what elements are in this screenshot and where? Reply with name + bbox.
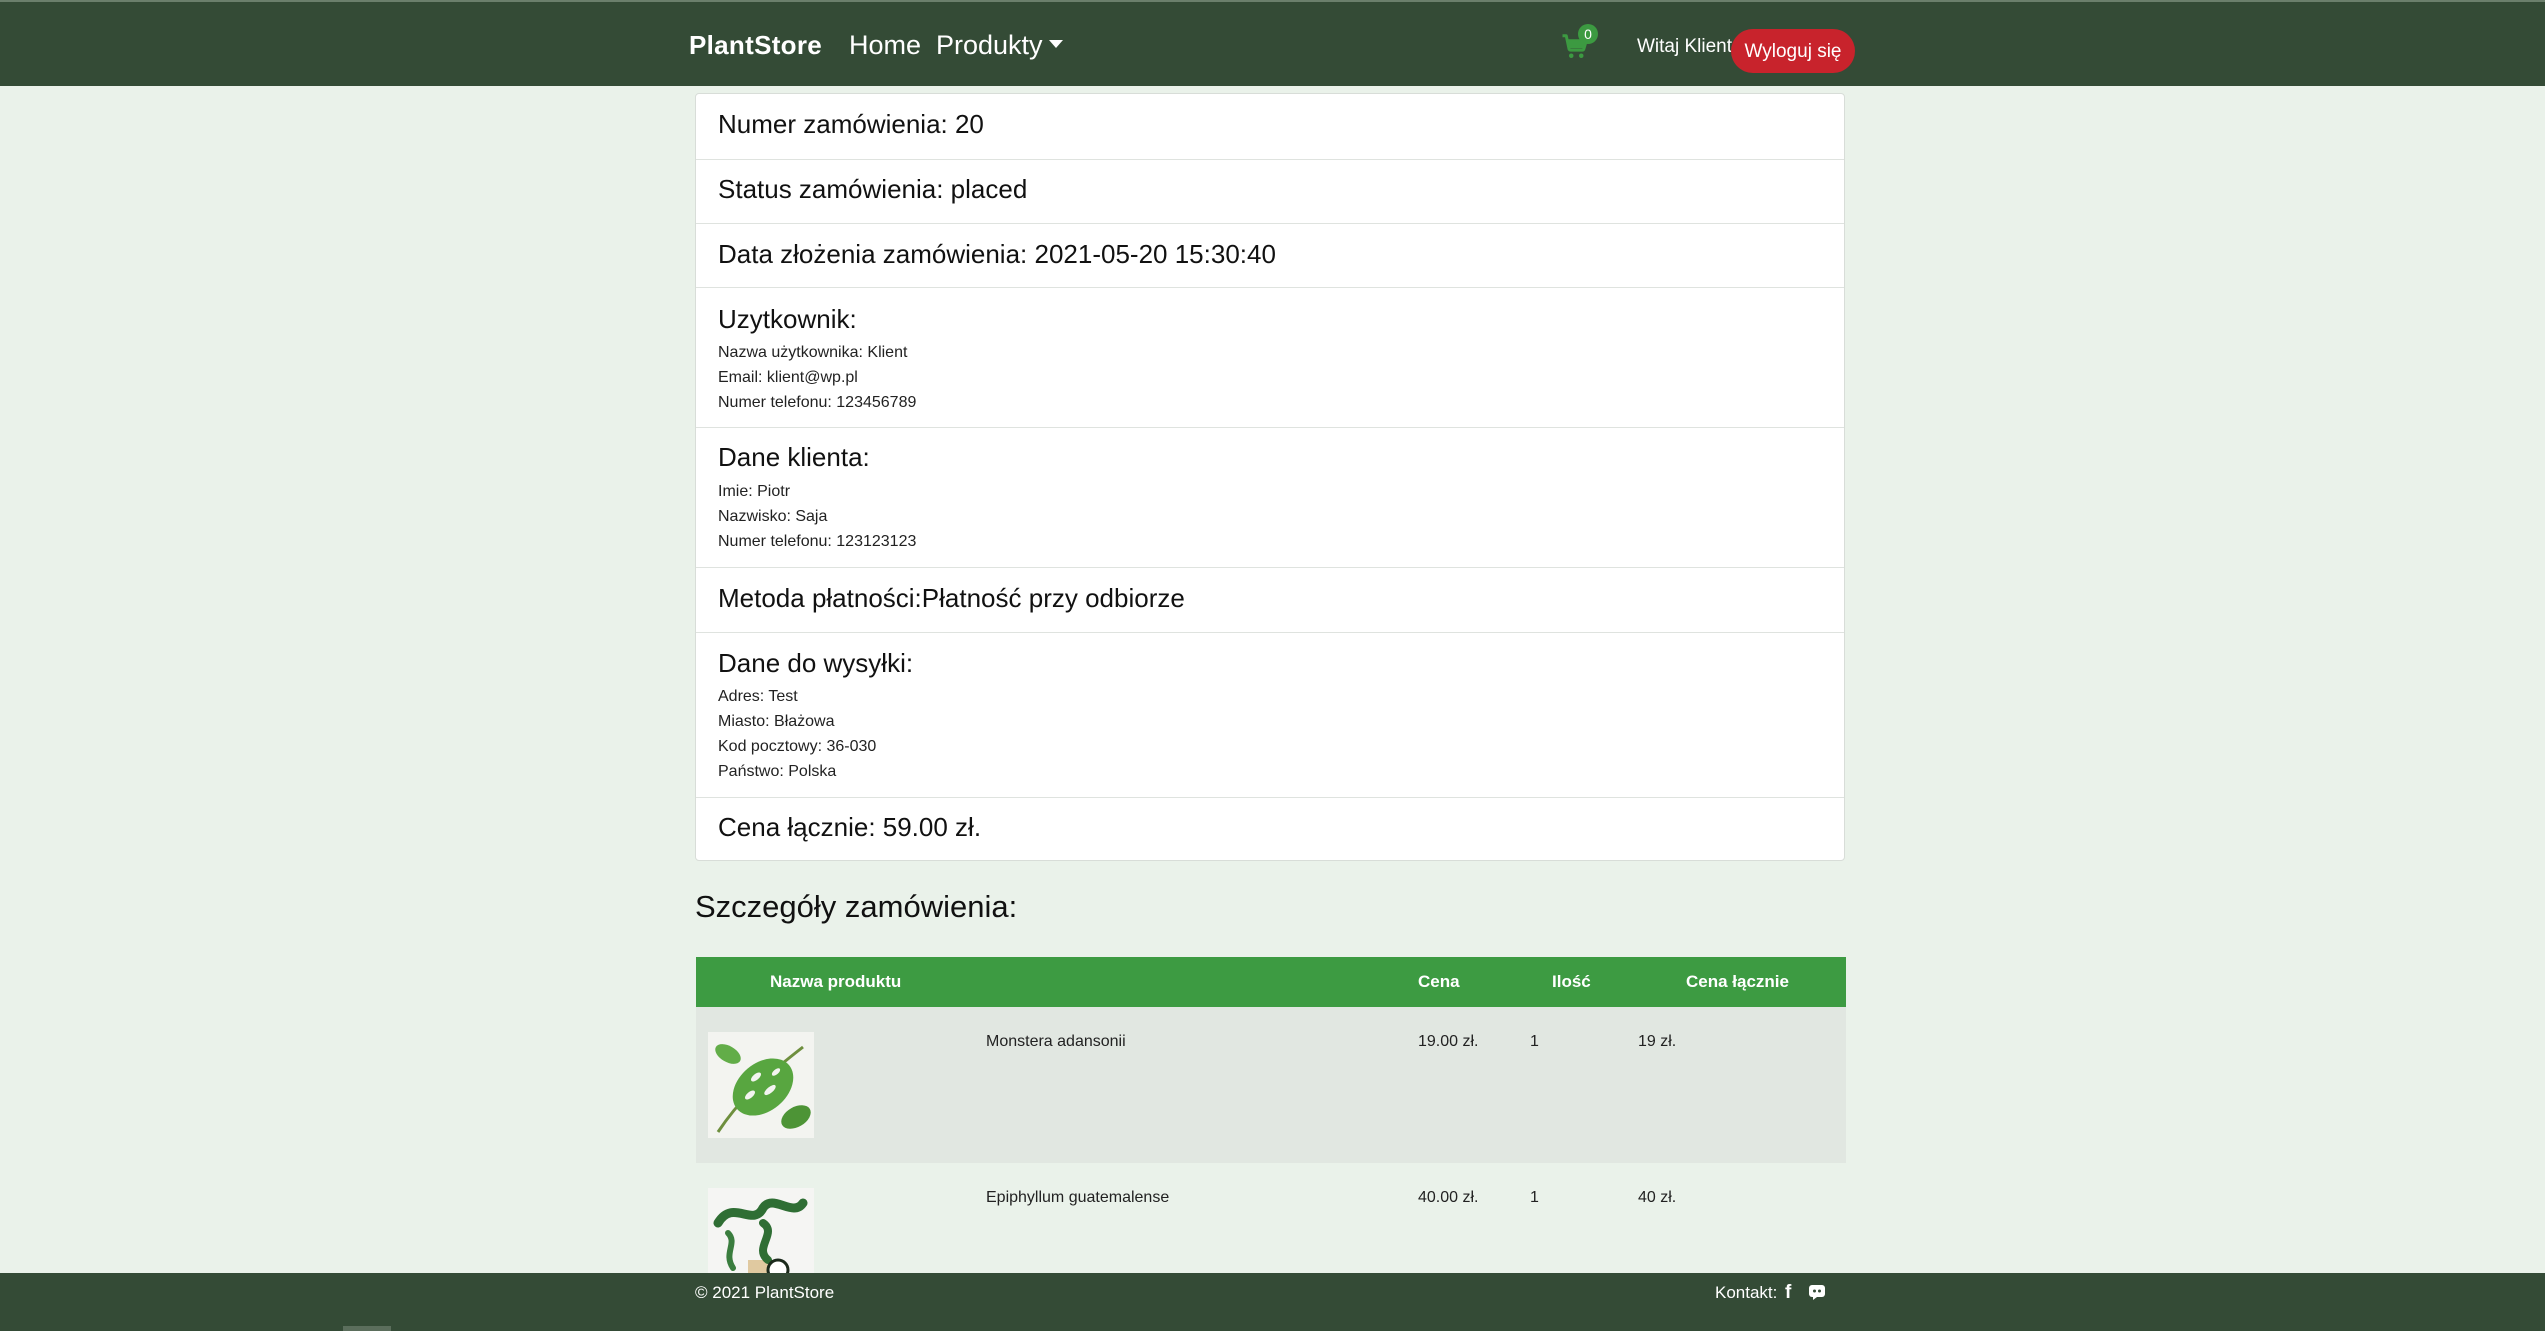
payment-row: Metoda płatności:Płatność przy odbiorze xyxy=(696,568,1844,633)
product-image-monstera[interactable] xyxy=(708,1032,814,1138)
welcome-text: Witaj Klient xyxy=(1637,36,1733,57)
product-image-epiphyllum[interactable] xyxy=(708,1188,814,1273)
product-name: Monstera adansonii xyxy=(986,1033,1126,1050)
copyright-text: © 2021 PlantStore xyxy=(695,1283,835,1302)
shipping-city: Miasto: Błażowa xyxy=(718,713,835,730)
order-details-title: Szczegóły zamówienia: xyxy=(695,889,1018,924)
col-line-total: Cena łącznie xyxy=(1686,972,1789,991)
caret-down-icon xyxy=(1048,39,1063,48)
user-info-row: Uzytkownik: Nazwa użytkownika: Klient Em… xyxy=(696,288,1844,428)
product-quantity: 1 xyxy=(1530,1033,1539,1050)
payment-method: Metoda płatności:Płatność przy odbiorze xyxy=(718,583,1185,613)
client-details: Imie: Piotr Nazwisko: Saja Numer telefon… xyxy=(718,479,916,554)
facebook-icon[interactable]: f xyxy=(1785,1282,1791,1304)
col-price: Cena xyxy=(1418,972,1460,991)
product-name: Epiphyllum guatemalense xyxy=(986,1189,1170,1206)
client-first-name: Imie: Piotr xyxy=(718,483,791,500)
contact-label: Kontakt: xyxy=(1715,1283,1778,1302)
table-row: Monstera adansonii 19.00 zł. 1 19 zł. xyxy=(696,1007,1846,1163)
user-name: Nazwa użytkownika: Klient xyxy=(718,344,908,361)
client-last-name: Nazwisko: Saja xyxy=(718,508,828,525)
client-heading: Dane klienta: xyxy=(718,442,870,472)
user-phone: Numer telefonu: 123456789 xyxy=(718,394,917,411)
footer: © 2021 PlantStore Kontakt: f xyxy=(0,1273,2545,1331)
total-row: Cena łącznie: 59.00 zł. xyxy=(696,798,1844,862)
shipping-heading: Dane do wysyłki: xyxy=(718,648,914,678)
order-status: Status zamówienia: placed xyxy=(718,174,1028,204)
brand-logo[interactable]: PlantStore xyxy=(689,30,822,61)
table-header: Nazwa produktu Cena Ilość Cena łącznie xyxy=(696,957,1846,1007)
client-phone: Numer telefonu: 123123123 xyxy=(718,533,917,550)
shipping-postcode: Kod pocztowy: 36-030 xyxy=(718,738,877,755)
client-info-row: Dane klienta: Imie: Piotr Nazwisko: Saja… xyxy=(696,428,1844,568)
shipping-info-row: Dane do wysyłki: Adres: Test Miasto: Bła… xyxy=(696,633,1844,798)
nav-products-label: Produkty xyxy=(936,30,1043,60)
product-price: 40.00 zł. xyxy=(1418,1189,1479,1206)
user-heading: Uzytkownik: xyxy=(718,304,857,334)
product-quantity: 1 xyxy=(1530,1189,1539,1206)
product-line-total: 40 zł. xyxy=(1638,1189,1677,1206)
order-number: Numer zamówienia: 20 xyxy=(718,109,984,139)
col-quantity: Ilość xyxy=(1552,972,1591,991)
order-summary-card: Numer zamówienia: 20 Status zamówienia: … xyxy=(695,93,1845,861)
order-date: Data złożenia zamówienia: 2021-05-20 15:… xyxy=(718,239,1276,269)
order-status-row: Status zamówienia: placed xyxy=(696,160,1844,224)
shipping-country: Państwo: Polska xyxy=(718,763,837,780)
logout-button[interactable]: Wyloguj się xyxy=(1731,29,1855,73)
shipping-details: Adres: Test Miasto: Błażowa Kod pocztowy… xyxy=(718,684,876,784)
user-email: Email: klient@wp.pl xyxy=(718,369,858,386)
navbar: PlantStore Home Produkty 0 Witaj Klient … xyxy=(0,0,2545,86)
table-row: Epiphyllum guatemalense 40.00 zł. 1 40 z… xyxy=(696,1163,1846,1273)
col-product-name: Nazwa produktu xyxy=(770,972,902,991)
product-line-total: 19 zł. xyxy=(1638,1033,1677,1050)
order-total: Cena łącznie: 59.00 zł. xyxy=(718,812,982,842)
shipping-address: Adres: Test xyxy=(718,688,798,705)
nav-products-dropdown[interactable]: Produkty xyxy=(936,30,1063,61)
order-date-row: Data złożenia zamówienia: 2021-05-20 15:… xyxy=(696,224,1844,288)
order-number-row: Numer zamówienia: 20 xyxy=(696,94,1844,160)
user-details: Nazwa użytkownika: Klient Email: klient@… xyxy=(718,340,916,415)
product-price: 19.00 zł. xyxy=(1418,1033,1479,1050)
nav-home-link[interactable]: Home xyxy=(849,30,921,61)
discord-icon[interactable] xyxy=(1808,1284,1826,1300)
horizontal-scrollbar-thumb[interactable] xyxy=(343,1326,391,1331)
order-items-table: Nazwa produktu Cena Ilość Cena łącznie M… xyxy=(696,957,1846,1273)
cart-count-badge: 0 xyxy=(1578,24,1598,44)
